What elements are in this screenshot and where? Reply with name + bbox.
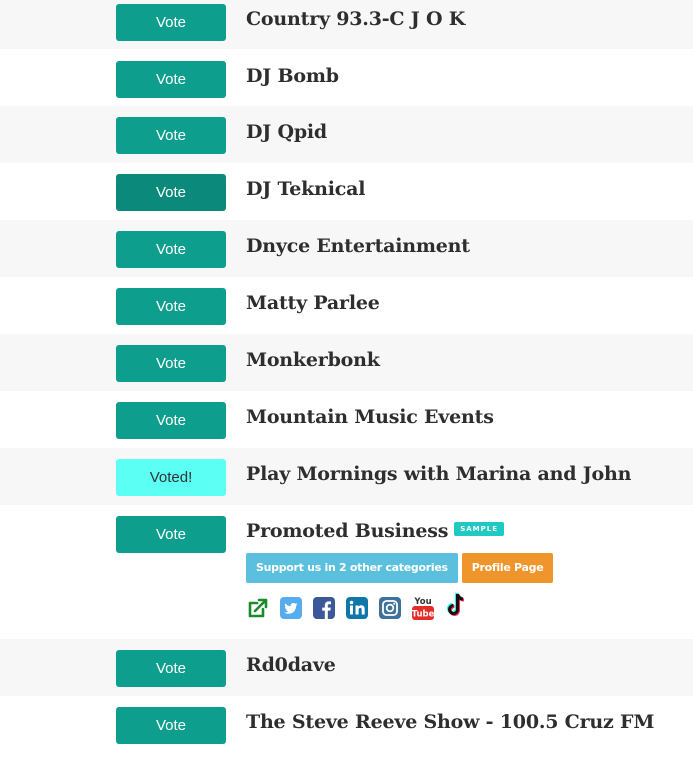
promoted-name: Promoted Business bbox=[246, 520, 449, 542]
tiktok-icon[interactable] bbox=[444, 591, 468, 619]
twitter-icon[interactable] bbox=[279, 596, 303, 620]
vote-button[interactable]: Vote bbox=[116, 402, 226, 439]
nominee-name: Promoted Business SAMPLE bbox=[246, 520, 505, 542]
vote-button[interactable]: Vote bbox=[116, 61, 226, 98]
vote-button[interactable]: Vote bbox=[116, 345, 226, 382]
nominee-row: Vote DJ Bomb bbox=[0, 49, 693, 106]
nominee-row: Vote The Steve Reeve Show - 100.5 Cruz F… bbox=[0, 696, 693, 753]
vote-button[interactable]: Vote bbox=[116, 516, 226, 553]
vote-button[interactable]: Vote bbox=[116, 4, 226, 41]
support-categories-button[interactable]: Support us in 2 other categories bbox=[246, 553, 458, 583]
promoted-row: Vote Promoted Business SAMPLE Support us … bbox=[0, 505, 693, 639]
nominee-name: Country 93.3-C J O K bbox=[246, 8, 466, 30]
nominee-name: DJ Teknical bbox=[246, 178, 366, 200]
vote-button[interactable]: Vote bbox=[116, 707, 226, 744]
promoted-actions: Support us in 2 other categories Profile… bbox=[246, 553, 554, 583]
nominee-name: The Steve Reeve Show - 100.5 Cruz FM bbox=[246, 711, 655, 733]
nominee-row: Vote Rd0dave bbox=[0, 639, 693, 696]
nominee-list: Vote Country 93.3-C J O K Vote DJ Bomb V… bbox=[0, 0, 693, 753]
nominee-row: Vote Matty Parlee bbox=[0, 277, 693, 334]
vote-button[interactable]: Vote bbox=[116, 231, 226, 268]
instagram-icon[interactable] bbox=[378, 596, 402, 620]
vote-button[interactable]: Vote bbox=[116, 650, 226, 687]
social-links: You Tube bbox=[246, 592, 468, 621]
voted-button[interactable]: Voted! bbox=[116, 459, 226, 496]
nominee-name: Rd0dave bbox=[246, 654, 336, 676]
youtube-icon-text-bottom: Tube bbox=[412, 610, 435, 620]
sample-badge: SAMPLE bbox=[454, 522, 505, 536]
nominee-name: DJ Bomb bbox=[246, 65, 339, 87]
nominee-name: Mountain Music Events bbox=[246, 406, 494, 428]
nominee-row: Voted! Play Mornings with Marina and Joh… bbox=[0, 448, 693, 505]
nominee-row: Vote DJ Qpid bbox=[0, 106, 693, 163]
nominee-name: Monkerbonk bbox=[246, 349, 380, 371]
nominee-row: Vote Dnyce Entertainment bbox=[0, 220, 693, 277]
vote-button[interactable]: Vote bbox=[116, 174, 226, 211]
nominee-row: Vote Country 93.3-C J O K bbox=[0, 0, 693, 49]
youtube-icon-text-top: You bbox=[413, 597, 431, 607]
nominee-row: Vote Monkerbonk bbox=[0, 334, 693, 391]
nominee-row: Vote DJ Teknical bbox=[0, 163, 693, 220]
vote-button[interactable]: Vote bbox=[116, 117, 226, 154]
nominee-name: Play Mornings with Marina and John bbox=[246, 463, 632, 485]
external-link-icon[interactable] bbox=[246, 596, 270, 620]
youtube-icon[interactable]: You Tube bbox=[411, 595, 435, 621]
facebook-icon[interactable] bbox=[312, 596, 336, 620]
nominee-row: Vote Mountain Music Events bbox=[0, 391, 693, 448]
nominee-name: Dnyce Entertainment bbox=[246, 235, 470, 257]
profile-page-button[interactable]: Profile Page bbox=[461, 553, 554, 583]
vote-button[interactable]: Vote bbox=[116, 288, 226, 325]
nominee-name: Matty Parlee bbox=[246, 292, 380, 314]
linkedin-icon[interactable] bbox=[345, 596, 369, 620]
nominee-name: DJ Qpid bbox=[246, 121, 328, 143]
